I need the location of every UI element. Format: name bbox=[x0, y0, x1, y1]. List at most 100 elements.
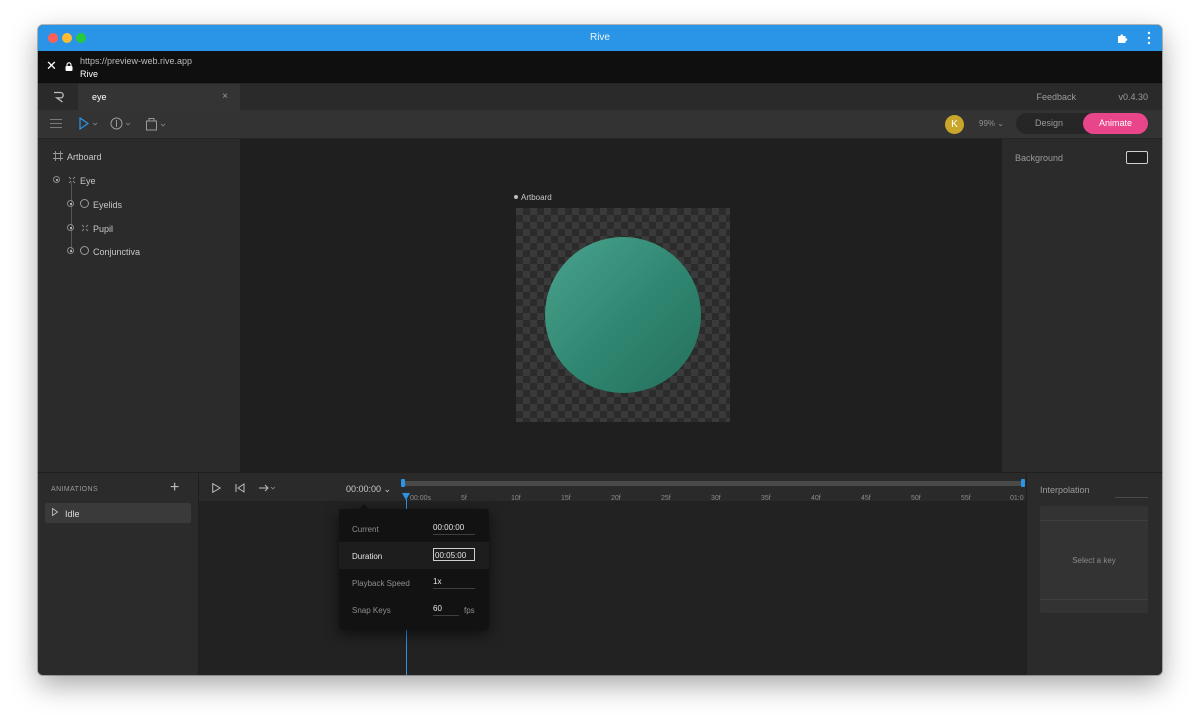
divider bbox=[1115, 497, 1148, 498]
animations-panel: ANIMATIONS + Idle bbox=[38, 473, 198, 675]
skip-to-start-icon[interactable] bbox=[235, 483, 245, 493]
ruler-label: 5f bbox=[461, 495, 467, 502]
window-title: Rive bbox=[589, 32, 610, 43]
ellipse-icon bbox=[80, 199, 89, 208]
loop-mode-icon[interactable] bbox=[259, 483, 277, 493]
hierarchy-item-artboard[interactable]: Artboard bbox=[67, 152, 102, 162]
tab-close-icon[interactable]: × bbox=[222, 91, 228, 102]
playback-speed-label: Playback Speed bbox=[352, 579, 410, 588]
hierarchy-item-eye[interactable]: Eye bbox=[80, 176, 96, 186]
scrollbar-end-handle[interactable] bbox=[1021, 479, 1025, 487]
animation-label: Idle bbox=[65, 509, 80, 519]
hamburger-menu-icon[interactable] bbox=[50, 119, 62, 128]
ruler-label: 50f bbox=[911, 495, 921, 502]
ruler-label: 25f bbox=[661, 495, 671, 502]
animation-item-idle[interactable]: Idle bbox=[45, 503, 191, 523]
rive-logo-icon[interactable] bbox=[52, 90, 66, 104]
current-label: Current bbox=[352, 525, 379, 534]
version-label: v0.4.30 bbox=[1118, 92, 1148, 102]
inspector-panel: Background bbox=[1002, 139, 1162, 472]
hierarchy-label: Eye bbox=[80, 176, 96, 186]
browser-window: Rive ✕ https://preview-web.rive.app Rive… bbox=[38, 25, 1162, 675]
ruler-label: 55f bbox=[961, 495, 971, 502]
site-name: Rive bbox=[80, 69, 99, 79]
background-label: Background bbox=[1015, 153, 1064, 163]
toolbar: K 99% ⌄ Design Animate bbox=[38, 110, 1162, 139]
ruler-label: 00:00s bbox=[410, 495, 432, 502]
ruler-label: 20f bbox=[611, 495, 621, 502]
expand-toggle-icon[interactable] bbox=[67, 224, 74, 231]
file-tab-bar: eye × Feedback v0.4.30 bbox=[38, 84, 1162, 110]
hierarchy-item-eyelids[interactable]: Eyelids bbox=[93, 200, 122, 210]
tree-line bbox=[71, 182, 72, 252]
add-animation-button[interactable]: + bbox=[170, 479, 179, 497]
current-input[interactable]: 00:00:00 bbox=[433, 521, 475, 535]
mode-switch: Design Animate bbox=[1016, 113, 1148, 134]
timeline-time-dropdown[interactable]: 00:00:00 ⌄ bbox=[346, 484, 391, 495]
hierarchy-label: Pupil bbox=[93, 224, 114, 234]
pen-tool-icon[interactable] bbox=[110, 117, 132, 130]
eye-shape[interactable] bbox=[545, 237, 701, 393]
title-bar: Rive bbox=[38, 25, 1162, 51]
group-icon bbox=[68, 176, 76, 184]
divider bbox=[1040, 520, 1148, 521]
expand-toggle-icon[interactable] bbox=[53, 176, 60, 183]
stage-canvas[interactable]: Artboard bbox=[241, 139, 1001, 472]
close-icon[interactable]: ✕ bbox=[46, 59, 57, 72]
feedback-link[interactable]: Feedback bbox=[1036, 92, 1076, 102]
zoom-dropdown[interactable]: 99% ⌄ bbox=[979, 119, 1004, 128]
hierarchy-label: Artboard bbox=[67, 152, 102, 162]
ruler-label: 35f bbox=[761, 495, 771, 502]
playback-speed-row: Playback Speed 1x bbox=[339, 569, 489, 596]
address-bar: ✕ https://preview-web.rive.app Rive bbox=[38, 51, 1162, 84]
zoom-value: 99% bbox=[979, 119, 996, 128]
tab-label: eye bbox=[92, 92, 107, 102]
artboard-icon bbox=[53, 151, 63, 161]
interpolation-hint: Select a key bbox=[1072, 556, 1116, 565]
hierarchy-item-conjunctiva[interactable]: Conjunctiva bbox=[93, 247, 140, 257]
animate-mode-button[interactable]: Animate bbox=[1083, 113, 1148, 134]
expand-toggle-icon[interactable] bbox=[67, 200, 74, 207]
background-color-swatch[interactable] bbox=[1126, 151, 1148, 164]
timeline-scrollbar[interactable] bbox=[402, 481, 1023, 486]
play-icon[interactable] bbox=[212, 483, 221, 493]
timeline-settings-popover: Current 00:00:00 Duration 00:05:00 Playb… bbox=[339, 504, 489, 630]
snap-keys-input[interactable]: 60 bbox=[433, 602, 459, 616]
ruler-label: 40f bbox=[811, 495, 821, 502]
duration-label: Duration bbox=[352, 552, 383, 561]
user-avatar[interactable]: K bbox=[945, 115, 964, 134]
ruler-label: 10f bbox=[511, 495, 521, 502]
select-tool-icon[interactable] bbox=[79, 117, 99, 130]
interpolation-editor: Select a key bbox=[1040, 506, 1148, 613]
shape-tool-icon[interactable] bbox=[145, 117, 167, 131]
play-icon bbox=[52, 508, 58, 516]
hierarchy-label: Conjunctiva bbox=[93, 247, 141, 257]
hierarchy-item-pupil[interactable]: Pupil bbox=[93, 224, 113, 234]
duration-input[interactable]: 00:05:00 bbox=[433, 548, 475, 561]
interpolation-title: Interpolation bbox=[1040, 485, 1090, 495]
artboard[interactable] bbox=[516, 208, 730, 422]
lock-icon bbox=[65, 62, 73, 71]
timeline-time: 00:00:00 bbox=[346, 484, 382, 494]
extensions-icon[interactable] bbox=[1117, 32, 1129, 44]
snap-keys-row: Snap Keys 60 fps bbox=[339, 596, 489, 623]
scrollbar-start-handle[interactable] bbox=[401, 479, 405, 487]
tab-eye[interactable]: eye × bbox=[78, 84, 240, 110]
playback-speed-input[interactable]: 1x bbox=[433, 575, 475, 589]
ruler-label: 45f bbox=[861, 495, 871, 502]
ruler-label: 30f bbox=[711, 495, 721, 502]
interpolation-panel: Interpolation Select a key bbox=[1027, 473, 1162, 675]
snap-keys-label: Snap Keys bbox=[352, 606, 391, 615]
divider bbox=[1040, 599, 1148, 600]
expand-toggle-icon[interactable] bbox=[67, 247, 74, 254]
url-text[interactable]: https://preview-web.rive.app bbox=[80, 56, 192, 66]
hierarchy-panel: Artboard Eye Eyelids Pupil Conjunctiva bbox=[38, 139, 240, 472]
design-mode-button[interactable]: Design bbox=[1016, 113, 1082, 134]
ruler-label: 01:0 bbox=[1010, 495, 1024, 502]
menu-kebab-icon[interactable] bbox=[1146, 31, 1152, 45]
ellipse-icon bbox=[80, 246, 89, 255]
duration-row: Duration 00:05:00 bbox=[339, 542, 489, 569]
ruler-label: 15f bbox=[561, 495, 571, 502]
artboard-label[interactable]: Artboard bbox=[514, 193, 552, 202]
timeline-panel: 00:00:00 ⌄ 00:00s 5f 10f 15f 20f 25f 30f… bbox=[199, 473, 1026, 675]
